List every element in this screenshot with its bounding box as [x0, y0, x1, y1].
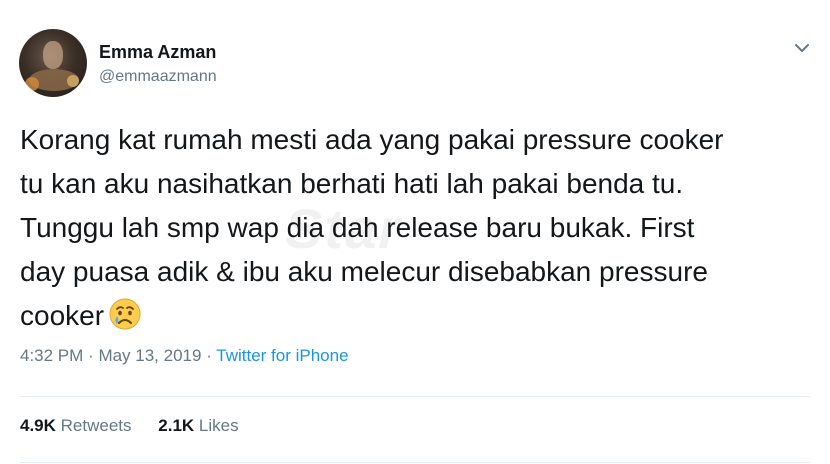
divider: [20, 462, 810, 463]
tweet-stats: 4.9K Retweets 2.1K Likes: [20, 416, 261, 436]
user-handle[interactable]: @emmaazmann: [99, 68, 217, 86]
retweets-count: 4.9K: [20, 416, 56, 435]
retweets-label: Retweets: [60, 416, 132, 435]
display-name[interactable]: Emma Azman: [99, 42, 216, 63]
avatar[interactable]: [19, 29, 87, 97]
tweet-text: Korang kat rumah mesti ada yang pakai pr…: [20, 118, 820, 344]
meta-separator: ·: [88, 346, 99, 365]
likes-stat[interactable]: 2.1K Likes: [158, 416, 238, 436]
meta-separator: ·: [206, 346, 217, 365]
tweet-source-link[interactable]: Twitter for iPhone: [216, 346, 348, 365]
tweet-card: Emma Azman @emmaazmann Star Korang kat r…: [0, 0, 830, 464]
chevron-down-icon[interactable]: [792, 40, 812, 56]
retweets-stat[interactable]: 4.9K Retweets: [20, 416, 132, 436]
crying-face-icon: [108, 297, 142, 344]
tweet-time[interactable]: 4:32 PM: [20, 346, 83, 365]
tweet-date[interactable]: May 13, 2019: [98, 346, 201, 365]
likes-count: 2.1K: [158, 416, 195, 435]
tweet-meta: 4:32 PM · May 13, 2019 · Twitter for iPh…: [20, 346, 349, 366]
likes-label: Likes: [198, 416, 239, 435]
divider: [20, 396, 810, 397]
